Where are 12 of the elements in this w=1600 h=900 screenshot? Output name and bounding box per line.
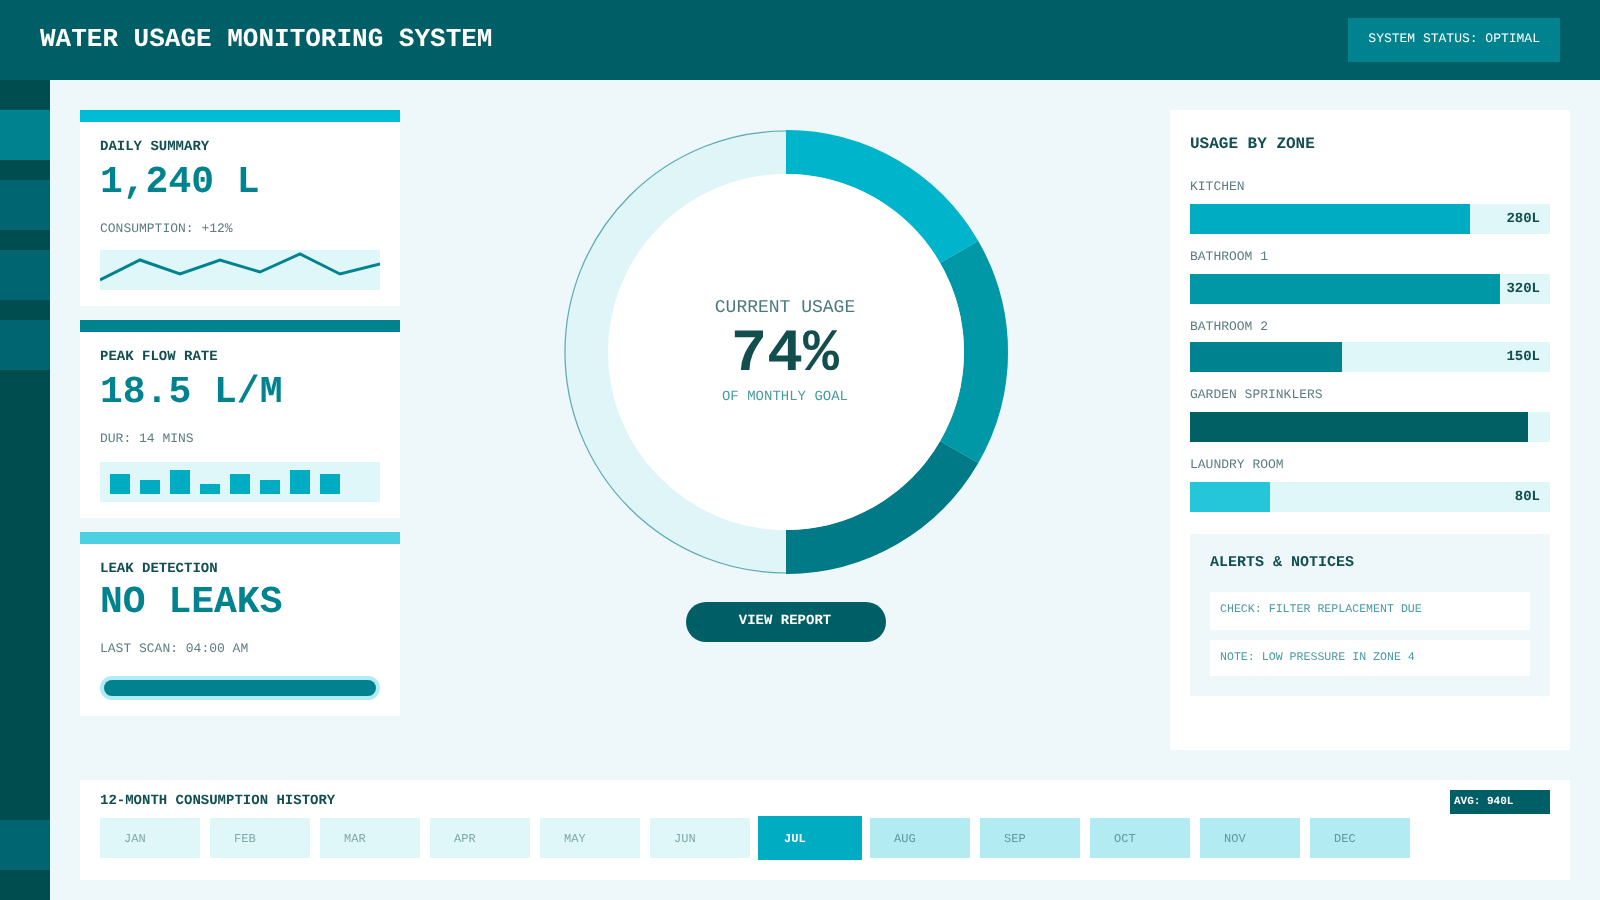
card-value: 18.5 L/M: [100, 369, 285, 414]
sidebar-item[interactable]: [0, 820, 50, 870]
sidebar-item[interactable]: [0, 320, 50, 370]
card-value: NO LEAKS: [100, 580, 285, 624]
gauge-label: CURRENT USAGE: [714, 296, 856, 322]
sidebar-item[interactable]: [0, 180, 50, 230]
sidebar-item[interactable]: [0, 110, 50, 160]
sidebar-item[interactable]: [0, 250, 50, 300]
card-value: 1,240 L: [100, 159, 262, 203]
gauge-value: 74%: [730, 323, 839, 387]
app-title: WATER USAGE MONITORING SYSTEM: [40, 22, 493, 59]
panel-title: USAGE BY ZONE: [1190, 134, 1317, 158]
